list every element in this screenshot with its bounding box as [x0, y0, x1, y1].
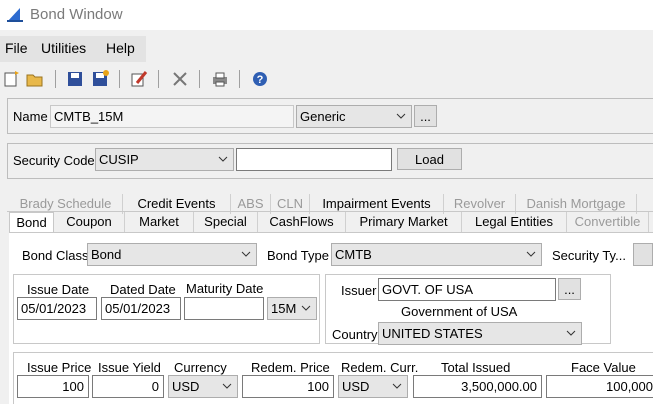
- issue-yield-label: Issue Yield: [98, 360, 161, 375]
- toolbar-separator: [199, 70, 200, 88]
- toolbar-separator: [239, 70, 240, 88]
- chevron-down-icon: [241, 251, 251, 257]
- tab-cashflows[interactable]: CashFlows: [258, 212, 346, 232]
- security-type-select[interactable]: [633, 243, 653, 266]
- chevron-down-icon: [218, 156, 228, 162]
- chevron-down-icon: [301, 305, 311, 311]
- chevron-down-icon: [392, 383, 402, 389]
- save-as-icon[interactable]: [90, 69, 110, 89]
- tab-coupon[interactable]: Coupon: [54, 212, 125, 232]
- edit-icon[interactable]: [129, 69, 149, 89]
- chevron-down-icon: [526, 251, 536, 257]
- tenor-select[interactable]: 15M: [267, 297, 317, 320]
- open-icon[interactable]: [25, 69, 45, 89]
- security-code-input[interactable]: [236, 148, 392, 171]
- load-button[interactable]: Load: [397, 148, 462, 170]
- help-icon[interactable]: ?: [250, 69, 270, 89]
- bond-class-select[interactable]: Bond: [87, 243, 257, 266]
- redem-curr-value: USD: [342, 379, 370, 394]
- issue-date-label: Issue Date: [27, 282, 90, 297]
- menu-file[interactable]: File: [5, 40, 28, 56]
- tab-legal-entities[interactable]: Legal Entities: [462, 212, 567, 232]
- window-title: Bond Window: [30, 6, 123, 23]
- name-more-button[interactable]: ...: [414, 105, 437, 127]
- issue-date-input[interactable]: 05/01/2023: [17, 297, 97, 320]
- bond-type-value: CMTB: [335, 247, 372, 262]
- svg-text:?: ?: [257, 74, 264, 86]
- security-code-type-value: CUSIP: [99, 152, 139, 167]
- face-value-input[interactable]: 100,000: [546, 375, 653, 398]
- chevron-down-icon: [222, 383, 232, 389]
- face-value-label: Face Value: [571, 360, 636, 375]
- name-field[interactable]: CMTB_15M: [50, 105, 294, 128]
- dated-date-input[interactable]: 05/01/2023: [101, 297, 181, 320]
- bond-class-value: Bond: [91, 247, 122, 262]
- save-icon[interactable]: [65, 69, 85, 89]
- tab-bond[interactable]: Bond: [9, 212, 54, 232]
- redem-curr-label: Redem. Curr.: [341, 360, 419, 375]
- security-code-type-select[interactable]: CUSIP: [95, 148, 234, 171]
- issuer-label: Issuer: [341, 283, 377, 298]
- country-select[interactable]: UNITED STATES: [378, 322, 582, 345]
- new-icon[interactable]: [2, 69, 22, 89]
- print-icon[interactable]: [210, 69, 230, 89]
- app-icon: [7, 8, 23, 22]
- menu-utilities[interactable]: Utilities: [41, 40, 86, 56]
- chevron-down-icon: [396, 113, 406, 119]
- currency-label: Currency: [174, 360, 227, 375]
- maturity-date-label: Maturity Date: [186, 281, 264, 296]
- tab-primary-market[interactable]: Primary Market: [346, 212, 462, 232]
- issuer-more-button[interactable]: ...: [558, 278, 581, 300]
- total-issued-input[interactable]: 3,500,000.00: [413, 375, 542, 398]
- maturity-date-input[interactable]: [184, 297, 264, 320]
- issue-price-input[interactable]: 100: [17, 375, 89, 398]
- total-issued-label: Total Issued: [441, 360, 511, 375]
- country-value: UNITED STATES: [382, 326, 483, 341]
- currency-select[interactable]: USD: [168, 375, 238, 398]
- redem-curr-select[interactable]: USD: [338, 375, 408, 398]
- issue-yield-input[interactable]: 0: [92, 375, 164, 398]
- issuer-full-name: Government of USA: [401, 304, 518, 319]
- bond-type-label: Bond Type: [267, 248, 329, 263]
- chevron-down-icon: [566, 330, 576, 336]
- redem-price-label: Redem. Price: [251, 360, 330, 375]
- security-code-label: Security Code: [13, 153, 95, 168]
- instrument-type-value: Generic: [300, 109, 346, 124]
- redem-price-input[interactable]: 100: [242, 375, 334, 398]
- toolbar-separator: [55, 70, 56, 88]
- name-label: Name: [13, 109, 48, 124]
- security-type-label: Security Ty...: [552, 248, 626, 263]
- toolbar-separator: [158, 70, 159, 88]
- currency-value: USD: [172, 379, 200, 394]
- tab-market[interactable]: Market: [125, 212, 194, 232]
- issue-price-label: Issue Price: [27, 360, 92, 375]
- tab-convertible[interactable]: Convertible: [567, 212, 649, 232]
- country-label: Country: [332, 327, 378, 342]
- bond-class-label: Bond Class: [22, 248, 89, 263]
- toolbar-separator: [119, 70, 120, 88]
- bond-type-select[interactable]: CMTB: [331, 243, 542, 266]
- tab-special[interactable]: Special: [194, 212, 258, 232]
- tabs-row-2: Bond Coupon Market Special CashFlows Pri…: [9, 212, 649, 233]
- dated-date-label: Dated Date: [110, 282, 176, 297]
- tenor-value: 15M: [271, 301, 297, 316]
- delete-icon[interactable]: [170, 69, 190, 89]
- menu-help[interactable]: Help: [106, 40, 135, 56]
- issuer-input[interactable]: GOVT. OF USA: [378, 278, 556, 301]
- instrument-type-select[interactable]: Generic: [296, 105, 412, 128]
